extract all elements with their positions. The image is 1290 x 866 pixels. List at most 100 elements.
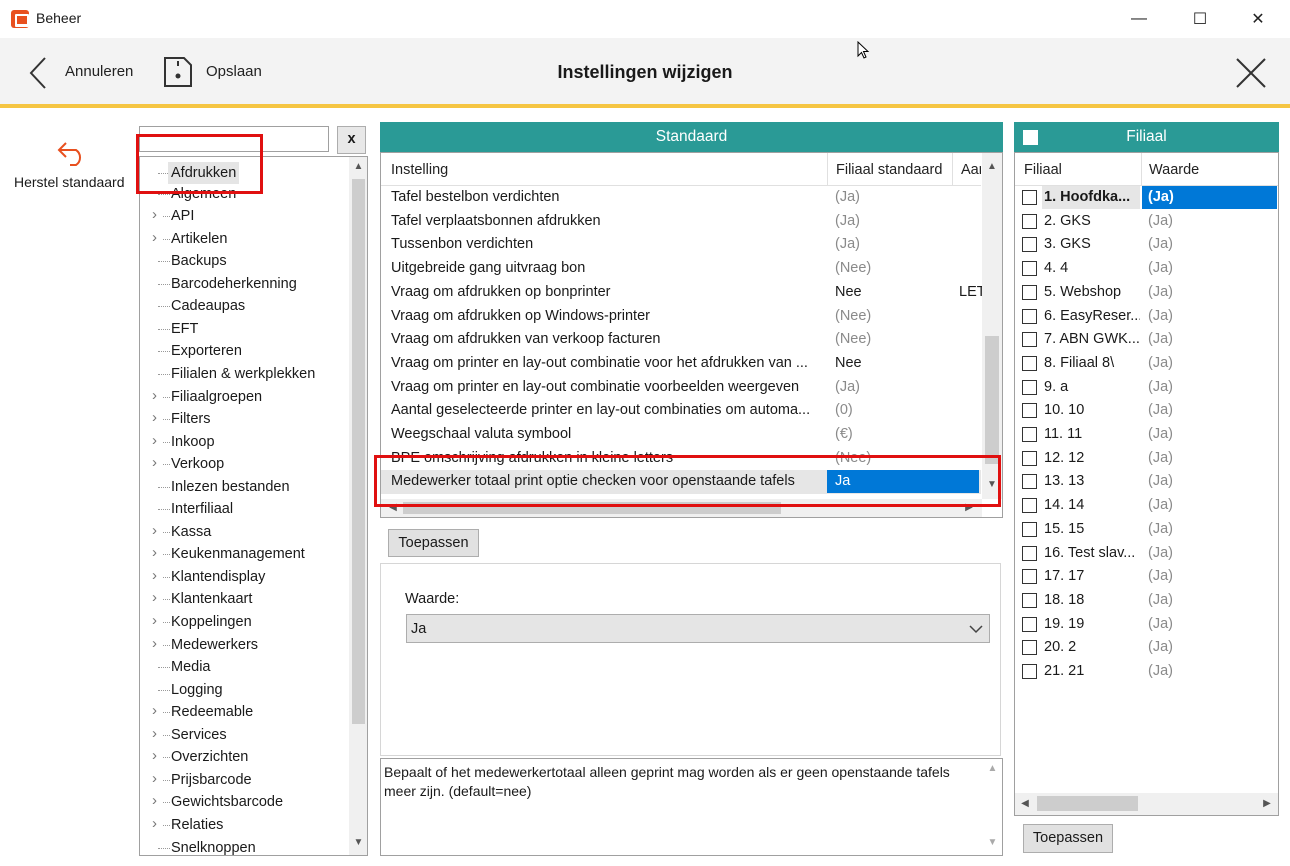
filiaal-row[interactable]: 12. 12 (Ja) — [1015, 447, 1278, 471]
tree-item[interactable]: Snelknoppen — [140, 837, 348, 855]
filiaal-value[interactable]: (Ja) — [1142, 233, 1277, 256]
setting-value[interactable]: (Ja) — [827, 233, 981, 256]
filiaal-value[interactable]: (Ja) — [1142, 423, 1277, 446]
tree-item[interactable]: › API — [140, 204, 348, 227]
scroll-up-arrow[interactable]: ▲ — [982, 161, 1002, 172]
filiaal-checkbox[interactable] — [1022, 569, 1037, 585]
setting-value[interactable]: Nee — [827, 352, 981, 375]
setting-value[interactable]: (Ja) — [827, 186, 981, 209]
clear-search-button[interactable]: x — [337, 126, 366, 154]
scroll-up-arrow[interactable]: ▲ — [349, 161, 367, 172]
setting-row[interactable]: Tafel verplaatsbonnen afdrukken (Ja) — [381, 210, 981, 234]
filiaal-value[interactable]: (Ja) — [1142, 399, 1277, 422]
close-x-icon[interactable] — [1234, 56, 1268, 90]
filiaal-row[interactable]: 15. 15 (Ja) — [1015, 518, 1278, 542]
filiaal-row[interactable]: 9. a (Ja) — [1015, 376, 1278, 400]
tree-item[interactable]: › Inkoop — [140, 429, 348, 453]
filiaal-checkbox[interactable] — [1022, 213, 1037, 229]
tree-scroll-thumb[interactable] — [352, 179, 365, 724]
expand-arrow-icon[interactable]: › — [152, 745, 162, 768]
setting-row[interactable]: Vraag om printer en lay-out combinatie v… — [381, 352, 981, 376]
filiaal-value[interactable]: (Ja) — [1142, 494, 1277, 517]
tree-scrollbar[interactable]: ▲ ▼ — [349, 157, 367, 855]
setting-value[interactable]: (Nee) — [827, 328, 981, 351]
tree-item[interactable]: › Artikelen — [140, 226, 348, 250]
filiaal-value[interactable]: (Ja) — [1142, 352, 1277, 375]
expand-arrow-icon[interactable]: › — [152, 204, 162, 227]
filiaal-row[interactable]: 11. 11 (Ja) — [1015, 423, 1278, 447]
filiaal-value[interactable]: (Ja) — [1142, 281, 1277, 304]
filiaal-checkbox[interactable] — [1022, 450, 1037, 466]
filiaal-row[interactable]: 17. 17 (Ja) — [1015, 565, 1278, 589]
filiaal-value[interactable]: (Ja) — [1142, 305, 1277, 328]
scroll-down-arrow[interactable]: ▼ — [983, 837, 1002, 848]
setting-row[interactable]: Vraag om afdrukken op bonprinter Nee LET — [381, 281, 986, 305]
setting-value[interactable]: (Ja) — [827, 376, 981, 399]
filiaal-value[interactable]: (Ja) — [1142, 470, 1277, 493]
filiaal-checkbox[interactable] — [1022, 261, 1037, 277]
tree-item[interactable]: › Redeemable — [140, 700, 348, 723]
tree-item[interactable]: Backups — [140, 250, 348, 272]
filiaal-checkbox[interactable] — [1022, 545, 1037, 561]
filiaal-value[interactable]: (Ja) — [1142, 186, 1277, 209]
apply-filiaal-button[interactable]: Toepassen — [1023, 824, 1113, 853]
filiaal-row[interactable]: 2. GKS (Ja) — [1015, 210, 1278, 234]
filiaal-checkbox[interactable] — [1022, 403, 1037, 419]
filiaal-value[interactable]: (Ja) — [1142, 376, 1277, 399]
expand-arrow-icon[interactable]: › — [152, 429, 162, 452]
column-instelling[interactable]: Instelling — [391, 162, 448, 178]
expand-arrow-icon[interactable]: › — [152, 542, 162, 565]
setting-row[interactable]: Aantal geselecteerde printer en lay-out … — [381, 399, 981, 423]
filiaal-checkbox[interactable] — [1022, 332, 1037, 348]
expand-arrow-icon[interactable]: › — [152, 812, 162, 835]
filiaal-checkbox[interactable] — [1022, 237, 1037, 253]
expand-arrow-icon[interactable]: › — [152, 610, 162, 632]
settings-vscroll-thumb[interactable] — [985, 336, 999, 464]
tree-item[interactable]: › Kassa — [140, 519, 348, 543]
select-all-checkbox[interactable] — [1023, 130, 1038, 145]
filiaal-row[interactable]: 21. 21 (Ja) — [1015, 660, 1278, 684]
expand-arrow-icon[interactable]: › — [152, 407, 162, 430]
filiaal-checkbox[interactable] — [1022, 355, 1037, 371]
setting-row[interactable]: Weegschaal valuta symbool (€) — [381, 423, 981, 447]
filiaal-value[interactable]: (Ja) — [1142, 328, 1277, 351]
expand-arrow-icon[interactable]: › — [152, 767, 162, 790]
filiaal-row[interactable]: 19. 19 (Ja) — [1015, 613, 1278, 637]
tree-item[interactable]: Filialen & werkplekken — [140, 363, 348, 385]
setting-row[interactable]: Tussenbon verdichten (Ja) — [381, 233, 981, 257]
setting-row[interactable]: Vraag om afdrukken van verkoop facturen (… — [381, 328, 981, 352]
scroll-down-arrow[interactable]: ▼ — [349, 837, 367, 848]
filiaal-value[interactable]: (Ja) — [1142, 542, 1277, 565]
filiaal-row[interactable]: 20. 2 (Ja) — [1015, 636, 1278, 660]
filiaal-checkbox[interactable] — [1022, 640, 1037, 656]
filiaal-value[interactable]: (Ja) — [1142, 589, 1277, 612]
setting-row[interactable]: Uitgebreide gang uitvraag bon (Nee) — [381, 257, 981, 281]
filiaal-checkbox[interactable] — [1022, 616, 1037, 632]
scroll-up-arrow[interactable]: ▲ — [983, 763, 1002, 774]
filiaal-value[interactable]: (Ja) — [1142, 257, 1277, 280]
tree-item[interactable]: › Services — [140, 722, 348, 746]
tree-item[interactable]: › Gewichtsbarcode — [140, 790, 348, 813]
tree-item[interactable]: Cadeaupas — [140, 295, 348, 317]
filiaal-value[interactable]: (Ja) — [1142, 613, 1277, 636]
filiaal-row[interactable]: 4. 4 (Ja) — [1015, 257, 1278, 281]
expand-arrow-icon[interactable]: › — [152, 700, 162, 723]
tree-item[interactable]: › Koppelingen — [140, 610, 348, 633]
setting-value[interactable]: (Nee) — [827, 305, 981, 328]
filiaal-checkbox[interactable] — [1022, 521, 1037, 537]
expand-arrow-icon[interactable]: › — [152, 632, 162, 655]
filiaal-value[interactable]: (Ja) — [1142, 447, 1277, 470]
filiaal-checkbox[interactable] — [1022, 664, 1037, 679]
tree-item[interactable]: EFT — [140, 318, 348, 340]
filiaal-checkbox[interactable] — [1022, 379, 1037, 395]
description-scrollbar[interactable]: ▲ ▼ — [983, 759, 1002, 855]
tree-item[interactable]: Media — [140, 656, 348, 678]
filiaal-checkbox[interactable] — [1022, 190, 1037, 205]
expand-arrow-icon[interactable]: › — [152, 519, 162, 542]
filiaal-row[interactable]: 7. ABN GWK... (Ja) — [1015, 328, 1278, 352]
tree-item[interactable]: › Klantenkaart — [140, 587, 348, 610]
window-close-button[interactable]: ✕ — [1235, 0, 1281, 38]
filiaal-value[interactable]: (Ja) — [1142, 565, 1277, 588]
expand-arrow-icon[interactable]: › — [152, 226, 162, 249]
filiaal-row[interactable]: 3. GKS (Ja) — [1015, 233, 1278, 257]
